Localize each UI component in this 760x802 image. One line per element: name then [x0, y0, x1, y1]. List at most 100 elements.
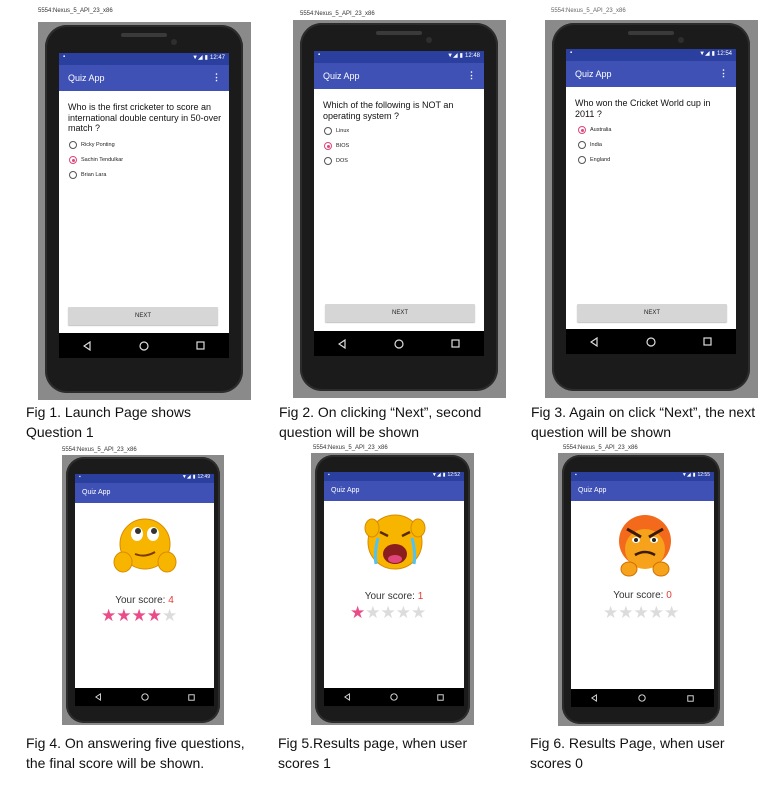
- recents-icon[interactable]: [687, 694, 694, 702]
- next-button[interactable]: NEXT: [577, 304, 727, 322]
- radio-button[interactable]: [324, 157, 332, 165]
- radio-button[interactable]: [578, 156, 586, 164]
- option-1[interactable]: Linux: [324, 127, 349, 135]
- option-2[interactable]: BIOS: [324, 142, 349, 150]
- figure-caption: Fig 3. Again on click “Next”, the next q…: [531, 404, 756, 440]
- notification-icon: ▪: [570, 50, 573, 56]
- home-icon[interactable]: [139, 340, 149, 351]
- rating-bar: ★ ★ ★ ★ ★: [101, 608, 177, 625]
- home-icon[interactable]: [638, 694, 647, 702]
- question-text: Who won the Cricket World cup in 2011 ?: [575, 98, 711, 119]
- radio-button[interactable]: [324, 127, 332, 135]
- radio-button-selected[interactable]: [69, 156, 77, 164]
- phone-screen: ▪ ▼◢ ▮ 12:52 Quiz App Your score: 1 ★ ★ ★ ★ ★: [324, 472, 464, 706]
- score-value: 1: [417, 591, 424, 602]
- star-empty-icon: ★: [633, 603, 649, 623]
- star-empty-icon: ★: [603, 603, 619, 623]
- notification-icon: ▪: [318, 52, 321, 58]
- star-empty-icon: ★: [648, 603, 664, 623]
- home-icon[interactable]: [390, 693, 398, 701]
- nav-bar: [324, 688, 464, 706]
- radio-button[interactable]: [578, 141, 586, 149]
- option-2[interactable]: Sachin Tendulkar: [69, 156, 123, 164]
- question-text: Which of the following is NOT an operati…: [323, 100, 454, 121]
- star-empty-icon: ★: [380, 603, 396, 623]
- status-bar: ▪ ▼◢ ▮ 12:49: [75, 474, 214, 483]
- app-bar: Quiz App: [571, 481, 714, 501]
- radio-button-selected[interactable]: [578, 126, 586, 134]
- back-icon[interactable]: [82, 340, 92, 351]
- overflow-menu-icon[interactable]: ⋮: [467, 70, 476, 81]
- signal-icon: ▼◢: [699, 51, 710, 57]
- battery-icon: ▮: [192, 474, 196, 480]
- back-icon[interactable]: [591, 694, 598, 702]
- angry-emoji-icon: [609, 509, 681, 581]
- crying-emoji-icon: [358, 508, 432, 580]
- app-bar: Quiz App: [324, 481, 464, 501]
- option-2[interactable]: India: [578, 141, 602, 149]
- status-bar: ▪ ▼◢ ▮ 12:54: [566, 49, 736, 61]
- phone-screen: ▪ ▼◢ ▮ 12:48 Quiz App ⋮ Which of the follo…: [314, 51, 484, 356]
- notification-icon: ▪: [575, 472, 577, 478]
- overflow-menu-icon[interactable]: ⋮: [719, 68, 728, 79]
- star-filled-icon: ★: [101, 606, 117, 626]
- recents-icon[interactable]: [451, 339, 460, 348]
- recents-icon[interactable]: [437, 693, 445, 701]
- clock: 12:54: [716, 50, 732, 57]
- notification-icon: ▪: [63, 54, 66, 60]
- option-3[interactable]: DOS: [324, 157, 348, 165]
- next-button[interactable]: NEXT: [325, 304, 475, 322]
- radio-button[interactable]: [69, 141, 77, 149]
- star-filled-icon: ★: [131, 606, 147, 626]
- score-text: Your score: 1: [364, 591, 424, 602]
- app-title: Quiz App: [68, 73, 105, 83]
- star-filled-icon: ★: [116, 606, 132, 626]
- phone-body: ▪ ▼◢ ▮ 12:55 Quiz App Your score: 0 ★ ★ ★ ★ ★: [562, 455, 720, 724]
- signal-icon: ▼◢: [181, 474, 191, 480]
- recents-icon[interactable]: [187, 693, 195, 701]
- score-value: 0: [666, 590, 672, 601]
- recents-icon[interactable]: [703, 337, 712, 346]
- home-icon[interactable]: [646, 336, 656, 347]
- phone-body: ▪ ▼◢ ▮ 12:48 Quiz App ⋮ Which of the follo…: [300, 23, 498, 391]
- signal-icon: ▼◢: [431, 472, 441, 478]
- option-1[interactable]: Australia: [578, 126, 611, 134]
- phone-body: ▪ ▼◢ ▮ 12:52 Quiz App Your score: 1 ★ ★ ★ ★ ★: [315, 455, 470, 723]
- phone-screen: ▪ ▼◢ ▮ 12:54 Quiz App ⋮ Who won the Cricke…: [566, 49, 736, 354]
- radio-button[interactable]: [69, 171, 77, 179]
- battery-icon: ▮: [442, 472, 446, 478]
- back-icon[interactable]: [589, 336, 599, 347]
- back-icon[interactable]: [337, 338, 347, 349]
- nav-bar: [566, 329, 736, 354]
- star-empty-icon: ★: [618, 603, 634, 623]
- home-icon[interactable]: [394, 338, 404, 349]
- score-text: Your score: 0: [613, 590, 672, 601]
- nav-bar: [314, 331, 484, 356]
- star-empty-icon: ★: [365, 603, 381, 623]
- app-bar: Quiz App: [75, 483, 214, 503]
- score-text: Your score: 4: [115, 595, 174, 606]
- radio-button-selected[interactable]: [324, 142, 332, 150]
- status-bar: ▪ ▼◢ ▮ 12:52: [324, 472, 464, 481]
- option-1[interactable]: Ricky Ponting: [69, 141, 115, 149]
- score-value: 4: [168, 595, 174, 606]
- clock: 12:52: [447, 472, 460, 478]
- home-icon[interactable]: [140, 693, 149, 701]
- emulator-title: 5554:Nexus_5_API_23_x86: [563, 445, 638, 451]
- overflow-menu-icon[interactable]: ⋮: [212, 72, 221, 83]
- status-bar: ▪ ▼◢ ▮ 12:47: [59, 53, 229, 65]
- figure-caption: Fig 6. Results Page, when user scores 0: [530, 735, 725, 771]
- option-3[interactable]: England: [578, 156, 610, 164]
- battery-icon: ▮: [711, 51, 715, 57]
- star-filled-icon: ★: [146, 606, 162, 626]
- notification-icon: ▪: [328, 472, 330, 478]
- back-icon[interactable]: [94, 693, 102, 701]
- figure-caption: Fig 4. On answering five questions, the …: [26, 735, 245, 771]
- star-empty-icon: ★: [411, 603, 427, 623]
- signal-icon: ▼◢: [192, 55, 203, 61]
- app-bar: Quiz App ⋮: [59, 65, 229, 91]
- next-button[interactable]: NEXT: [68, 307, 218, 325]
- back-icon[interactable]: [343, 693, 351, 701]
- recents-icon[interactable]: [196, 341, 205, 350]
- option-3[interactable]: Brian Lara: [69, 171, 106, 179]
